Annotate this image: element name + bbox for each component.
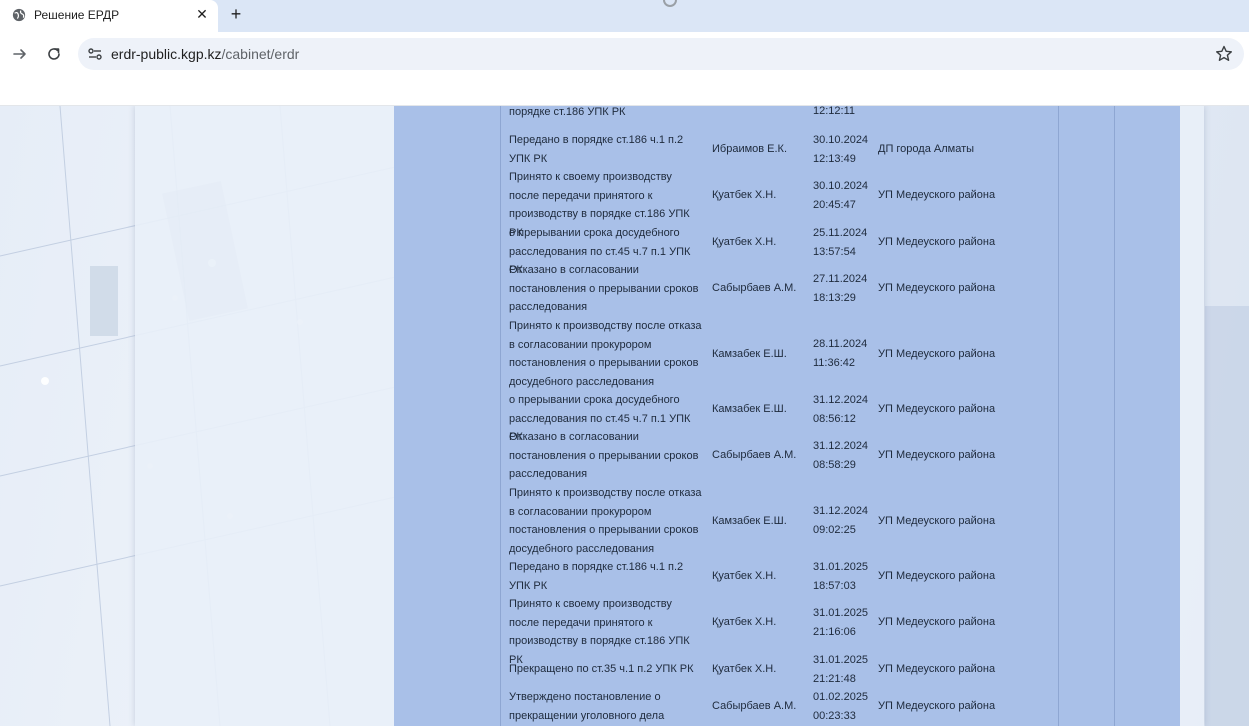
row-organ: УП Медеуского района (878, 403, 996, 415)
row-description: Утверждено постановление о прекращении у… (509, 691, 665, 722)
row-name: Сабырбаев А.М. (712, 282, 797, 294)
row-organ: УП Медеуского района (878, 570, 996, 582)
row-organ: УП Медеуского района (878, 236, 996, 248)
left-column (135, 106, 394, 726)
tab-title: Решение ЕРДР (34, 8, 120, 22)
forward-button[interactable] (8, 42, 32, 66)
row-organ: УП Медеуского района (878, 282, 996, 294)
bookmarks-bar (0, 76, 1249, 106)
row-organ: УП Медеуского района (878, 515, 996, 527)
table-row: порядке ст.186 УПК РК 12:12:11 (394, 106, 1180, 131)
row-organ: УП Медеуского района (878, 348, 996, 360)
row-organ: УП Медеуского района (878, 700, 996, 712)
row-date: 31.12.2024 08:56:12 (813, 394, 869, 425)
row-date: 25.11.2024 13:57:54 (813, 227, 868, 258)
row-name: Қуатбек Х.Н. (712, 616, 777, 628)
row-name: Сабырбаев А.М. (712, 700, 797, 712)
globe-icon (12, 8, 26, 22)
row-description: Прекращено по ст.35 ч.1 п.2 УПК РК (509, 663, 694, 675)
row-description: Отказано в согласовании постановления о … (509, 264, 699, 314)
row-organ: УП Медеуского района (878, 189, 996, 201)
new-tab-button[interactable]: + (226, 4, 246, 24)
row-name: Қуатбек Х.Н. (712, 189, 777, 201)
row-description: Принято к своему производству после пере… (509, 598, 690, 666)
row-name: Ибраимов Е.К. (712, 143, 788, 155)
erdr-table: порядке ст.186 УПК РК 12:12:11 Передано … (394, 106, 1180, 726)
row-description: Передано в порядке ст.186 ч.1 п.2 УПК РК (509, 561, 684, 592)
row-name: Сабырбаев А.М. (712, 449, 797, 461)
row-date: 12:12:11 (813, 106, 856, 117)
url-text: erdr-public.kgp.kz/cabinet/erdr (111, 46, 299, 62)
row-organ: УП Медеуского района (878, 663, 996, 675)
star-icon[interactable] (1214, 44, 1234, 64)
row-organ: УП Медеуского района (878, 616, 996, 628)
forward-icon (13, 49, 26, 59)
row-name: Камзабек Е.Ш. (712, 403, 787, 415)
tab-strip: Решение ЕРДР ✕ + (0, 0, 1249, 32)
row-date: 31.12.2024 09:02:25 (813, 505, 869, 536)
row-organ: ДП города Алматы (878, 143, 975, 155)
row-date: 27.11.2024 18:13:29 (813, 273, 868, 304)
reload-button[interactable] (42, 42, 66, 66)
row-description: порядке ст.186 УПК РК (509, 106, 626, 118)
column-separator (500, 106, 501, 726)
row-description: Принято к производству после отказа в со… (509, 320, 702, 388)
row-description: Отказано в согласовании постановления о … (509, 431, 699, 481)
url-path: /cabinet/erdr (221, 46, 300, 62)
row-date: 31.01.2025 21:16:06 (813, 607, 869, 638)
row-name: Камзабек Е.Ш. (712, 515, 787, 527)
row-date: 31.12.2024 08:58:29 (813, 440, 869, 471)
url-host: erdr-public.kgp.kz (111, 46, 222, 62)
row-description: Принято к производству после отказа в со… (509, 487, 702, 555)
reload-icon (48, 48, 60, 60)
loading-spinner-icon (663, 0, 677, 7)
row-name: Қуатбек Х.Н. (712, 236, 777, 248)
site-info-icon[interactable] (86, 45, 104, 63)
column-separator (1114, 106, 1115, 726)
row-date: 31.01.2025 21:21:48 (813, 654, 869, 685)
address-bar[interactable]: erdr-public.kgp.kz/cabinet/erdr (78, 38, 1244, 70)
browser-tab[interactable]: Решение ЕРДР ✕ (0, 0, 218, 32)
row-date: 30.10.2024 20:45:47 (813, 180, 869, 211)
row-date: 31.01.2025 18:57:03 (813, 561, 869, 592)
row-name: Камзабек Е.Ш. (712, 348, 787, 360)
right-margin (1180, 106, 1204, 726)
row-description: Передано в порядке ст.186 ч.1 п.2 УПК РК (509, 134, 684, 165)
row-date: 30.10.2024 12:13:49 (813, 134, 869, 165)
close-icon[interactable]: ✕ (194, 6, 210, 22)
row-organ: УП Медеуского района (878, 449, 996, 461)
column-separator (1058, 106, 1059, 726)
browser-toolbar: erdr-public.kgp.kz/cabinet/erdr (0, 32, 1249, 76)
row-date: 01.02.2025 00:23:33 (813, 691, 869, 722)
row-name: Қуатбек Х.Н. (712, 663, 777, 675)
row-date: 28.11.2024 11:36:42 (813, 338, 868, 369)
page-viewport[interactable]: порядке ст.186 УПК РК 12:12:11 Передано … (0, 106, 1249, 726)
row-name: Қуатбек Х.Н. (712, 570, 777, 582)
